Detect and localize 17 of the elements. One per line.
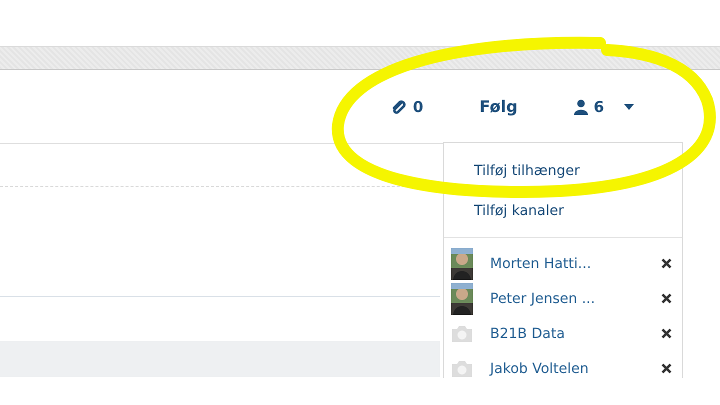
follow-button[interactable]: Følg [473, 96, 524, 117]
menu-item[interactable]: Tilføj tilhænger [444, 157, 682, 185]
close-icon[interactable] [661, 293, 672, 304]
user-icon [574, 98, 588, 114]
menu-item[interactable]: Tilføj kanaler [444, 197, 682, 225]
close-icon[interactable] [661, 258, 672, 269]
paperclip-icon [390, 98, 407, 114]
follower-name[interactable]: B21B Data [490, 326, 661, 342]
follower-count[interactable]: 6 [594, 98, 604, 116]
close-icon[interactable] [661, 328, 672, 339]
camera-icon [450, 324, 474, 344]
follower-name[interactable]: Peter Jensen ... [490, 290, 661, 306]
caret-icon[interactable] [624, 104, 634, 110]
attachment-count[interactable]: 0 [412, 98, 424, 116]
close-icon[interactable] [661, 363, 672, 374]
follower-name[interactable]: Jakob Voltelen [490, 360, 661, 376]
follower-name[interactable]: Morten Hatti... [490, 256, 661, 272]
